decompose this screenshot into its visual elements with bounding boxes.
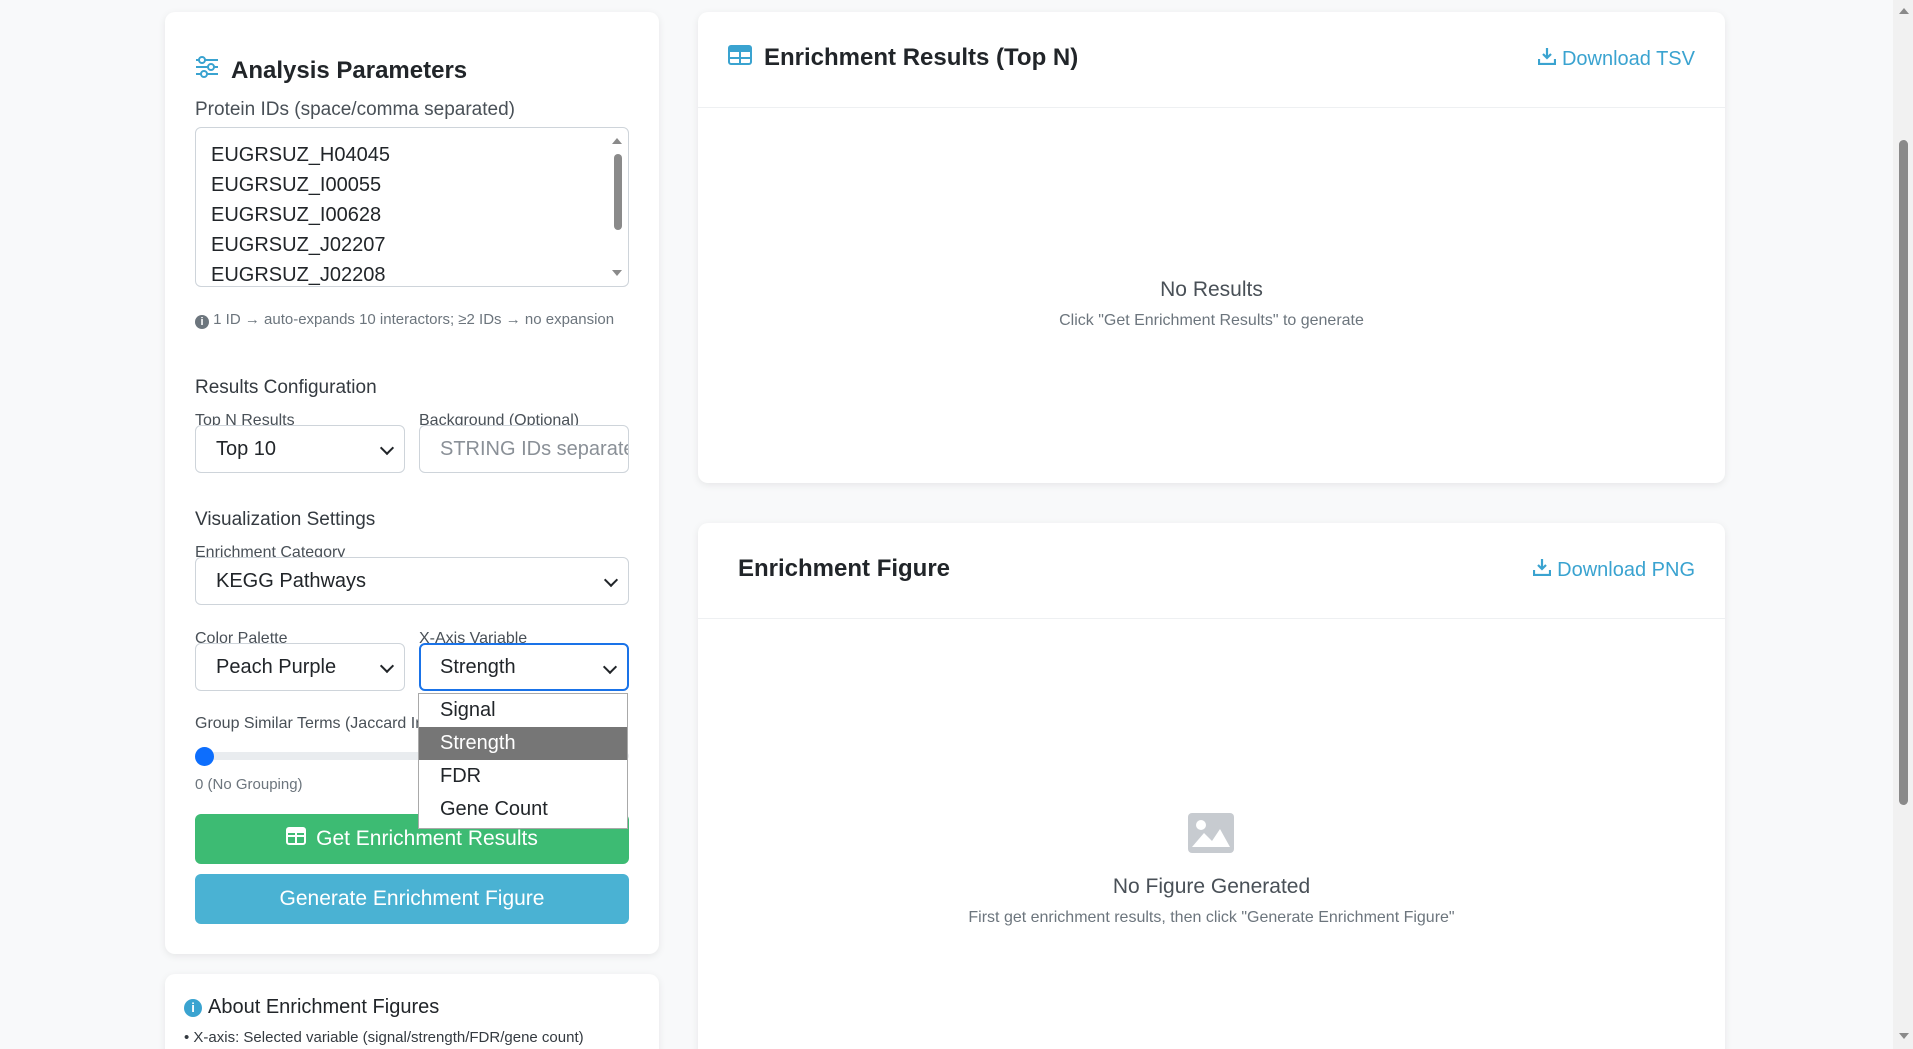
download-png-link[interactable]: Download PNG [1533, 558, 1695, 582]
chevron-down-icon [602, 659, 618, 675]
figure-card-title: Enrichment Figure [738, 555, 950, 583]
download-icon [1537, 47, 1557, 71]
protein-id-line: EUGRSUZ_J02208 [211, 264, 386, 286]
xaxis-dropdown-list: Signal Strength FDR Gene Count [418, 693, 628, 829]
results-title-text: Enrichment Results (Top N) [764, 44, 1079, 71]
category-select[interactable]: KEGG Pathways [195, 557, 629, 605]
protein-id-line: EUGRSUZ_I00628 [211, 204, 382, 226]
about-card: i About Enrichment Figures • X-axis: Sel… [165, 974, 659, 1049]
figure-title-text: Enrichment Figure [738, 555, 951, 582]
palette-select[interactable]: Peach Purple [195, 643, 405, 691]
image-placeholder-icon [1188, 813, 1234, 858]
download-tsv-label: Download TSV [1561, 47, 1695, 70]
download-png-label: Download PNG [1557, 558, 1695, 581]
protein-ids-label: Protein IDs (space/comma separated) [195, 99, 515, 120]
dropdown-option-signal[interactable]: Signal [419, 694, 627, 727]
sliders-icon [195, 56, 219, 85]
get-results-label: Get Enrichment Results [316, 827, 538, 850]
dropdown-option-strength[interactable]: Strength [419, 727, 627, 760]
chevron-down-icon [603, 572, 619, 588]
info-icon: i [184, 998, 202, 1017]
enrichment-figure-card: Enrichment Figure Download PNG No Figure… [698, 523, 1725, 1049]
enrichment-results-card: Enrichment Results (Top N) Download TSV … [698, 12, 1725, 483]
generate-enrichment-figure-button[interactable]: Generate Enrichment Figure [195, 874, 629, 924]
window-scrollbar[interactable] [1893, 0, 1913, 1049]
dropdown-option-fdr[interactable]: FDR [419, 760, 627, 793]
background-placeholder: STRING IDs separated [440, 438, 629, 460]
protein-id-line: EUGRSUZ_H04045 [211, 144, 390, 166]
results-card-title: Enrichment Results (Top N) [728, 44, 1078, 72]
chevron-down-icon [379, 440, 395, 456]
protein-id-line: EUGRSUZ_I00055 [211, 174, 382, 196]
xaxis-value: Strength [440, 656, 516, 678]
about-title-text: About Enrichment Figures [208, 996, 440, 1018]
no-figure-title: No Figure Generated [1112, 875, 1311, 898]
category-value: KEGG Pathways [216, 570, 367, 592]
table-icon [728, 44, 752, 72]
protein-id-line: EUGRSUZ_J02207 [211, 234, 386, 256]
scroll-down-arrow-icon[interactable] [612, 270, 622, 276]
protein-ids-textarea[interactable]: EUGRSUZ_H04045 EUGRSUZ_I00055 EUGRSUZ_I0… [195, 127, 629, 287]
params-title-text: Analysis Parameters [231, 56, 468, 84]
chevron-down-icon [379, 658, 395, 674]
generate-figure-label: Generate Enrichment Figure [279, 887, 545, 910]
results-config-title: Results Configuration [195, 377, 377, 398]
hint-text: 1 ID → auto-expands 10 interactors; ≥2 I… [213, 311, 615, 328]
background-input[interactable]: STRING IDs separated [419, 425, 629, 473]
scroll-up-arrow-icon[interactable] [1899, 8, 1909, 14]
no-results-subtitle: Click "Get Enrichment Results" to genera… [1059, 312, 1364, 329]
window-scroll-thumb[interactable] [1899, 140, 1908, 805]
info-icon: i [195, 315, 209, 329]
params-card-title: Analysis Parameters [195, 56, 467, 85]
about-line: • X-axis: Selected variable (signal/stre… [184, 1029, 584, 1046]
vis-settings-title: Visualization Settings [195, 509, 376, 530]
group-terms-label: Group Similar Terms (Jaccard In [195, 715, 425, 732]
protein-ids-hint: i 1 ID → auto-expands 10 interactors; ≥2… [195, 310, 629, 330]
group-terms-slider-thumb[interactable] [195, 747, 214, 766]
no-results-title: No Results [1160, 278, 1263, 301]
group-terms-value: 0 (No Grouping) [195, 776, 303, 793]
download-tsv-link[interactable]: Download TSV [1537, 47, 1695, 71]
scroll-up-arrow-icon[interactable] [612, 138, 622, 144]
table-icon [286, 827, 307, 851]
download-icon [1533, 558, 1552, 582]
about-title: i About Enrichment Figures [184, 996, 439, 1019]
textarea-scrollbar[interactable] [612, 130, 626, 284]
top-n-value: Top 10 [216, 438, 277, 460]
dropdown-option-gene-count[interactable]: Gene Count [419, 793, 627, 826]
xaxis-select[interactable]: Strength [419, 643, 629, 691]
scroll-down-arrow-icon[interactable] [1899, 1033, 1909, 1039]
figure-card-header: Enrichment Figure Download PNG [698, 523, 1725, 619]
textarea-scroll-thumb[interactable] [614, 154, 622, 230]
palette-value: Peach Purple [216, 656, 337, 678]
top-n-select[interactable]: Top 10 [195, 425, 405, 473]
results-card-header: Enrichment Results (Top N) Download TSV [698, 12, 1725, 108]
no-figure-subtitle: First get enrichment results, then click… [968, 909, 1455, 926]
